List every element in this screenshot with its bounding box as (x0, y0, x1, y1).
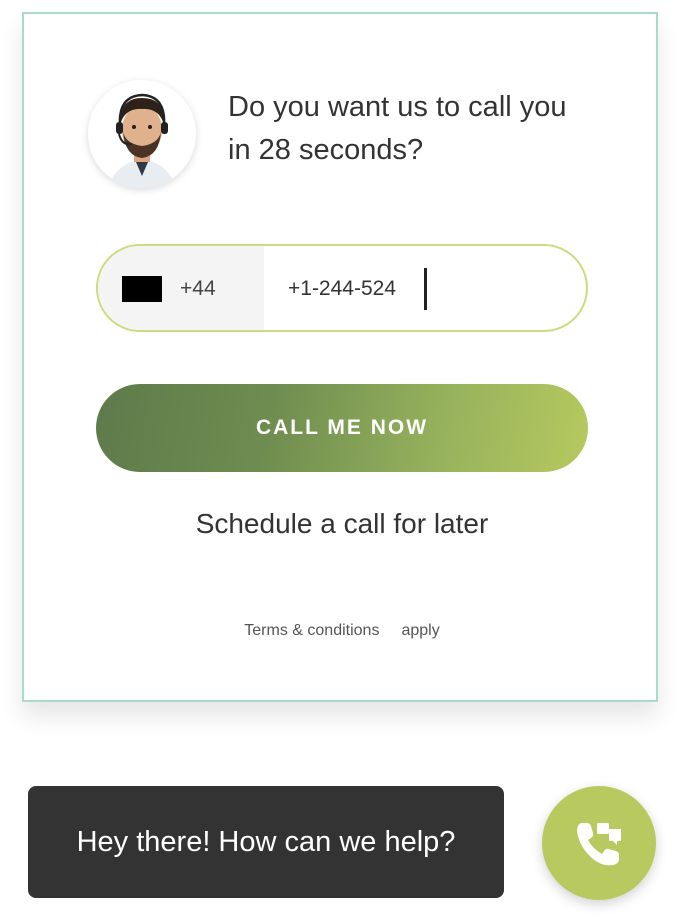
agent-avatar (88, 80, 196, 188)
callback-widget-card: Do you want us to call you in 28 seconds… (22, 12, 658, 702)
terms-link[interactable]: Terms & conditions (244, 622, 379, 639)
call-launcher-button[interactable] (542, 786, 656, 900)
phone-number-field[interactable]: +44 +1-244-524 (96, 244, 588, 332)
country-code-picker[interactable]: +44 (98, 246, 264, 330)
callback-prompt: Do you want us to call you in 28 seconds… (228, 91, 567, 166)
terms-apply-text: apply (401, 622, 440, 639)
dial-code: +44 (180, 277, 216, 300)
phone-number-input[interactable]: +1-244-524 (288, 274, 396, 304)
call-me-now-button[interactable]: CALL ME NOW (96, 384, 588, 472)
chat-greeting-bubble[interactable]: Hey there! How can we help? (28, 786, 504, 898)
text-cursor (424, 268, 427, 310)
schedule-call-link[interactable]: Schedule a call for later (24, 504, 660, 544)
terms-notice: Terms & conditions apply (24, 622, 660, 640)
flag-icon (122, 276, 162, 302)
phone-call-icon (577, 823, 621, 866)
